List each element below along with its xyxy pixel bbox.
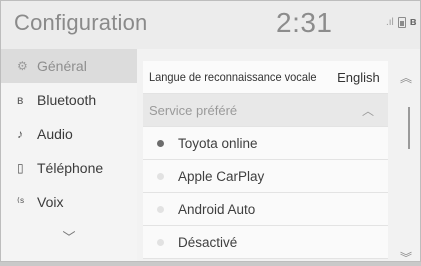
sidebar-item-bluetooth[interactable]: ʙ Bluetooth bbox=[1, 83, 137, 117]
radio-selected-icon bbox=[157, 139, 164, 147]
option-apple-carplay[interactable]: Apple CarPlay bbox=[143, 160, 388, 193]
chevron-down-icon: ﹀ bbox=[62, 229, 76, 245]
option-toyota-online[interactable]: Toyota online bbox=[143, 127, 388, 160]
radio-icon bbox=[157, 205, 164, 213]
sidebar-item-label: Voix bbox=[37, 194, 64, 210]
radio-icon bbox=[157, 172, 164, 180]
sidebar-item-label: Audio bbox=[37, 126, 73, 142]
status-indicators: .ıl ʙ bbox=[386, 16, 417, 28]
settings-list: Langue de reconnaissance vocale English … bbox=[143, 61, 388, 259]
option-label: Toyota online bbox=[178, 135, 258, 151]
voice-language-row[interactable]: Langue de reconnaissance vocale English bbox=[143, 61, 388, 94]
sidebar-item-general[interactable]: ⚙ Général bbox=[1, 49, 137, 83]
voice-icon: ⁽ˢ bbox=[17, 195, 25, 209]
chevron-up-icon: ︿ bbox=[361, 103, 374, 118]
clock: 2:31 bbox=[276, 7, 333, 38]
sidebar-more-button[interactable]: ﹀ bbox=[1, 219, 137, 253]
phone-status-icon: ʙ bbox=[409, 16, 417, 28]
sidebar-item-label: Général bbox=[37, 58, 87, 74]
scroll-down-icon[interactable]: ︾ bbox=[400, 249, 412, 266]
battery-icon bbox=[397, 16, 406, 28]
option-label: Android Auto bbox=[178, 201, 256, 217]
scrollbar-thumb[interactable] bbox=[408, 107, 410, 149]
sidebar-item-voix[interactable]: ⁽ˢ Voix bbox=[1, 185, 137, 219]
scroll-up-icon[interactable]: ︽ bbox=[400, 69, 412, 86]
sidebar-item-telephone[interactable]: ▯ Téléphone bbox=[1, 151, 137, 185]
sidebar: ⚙ Général ʙ Bluetooth ♪ Audio ▯ Téléphon… bbox=[1, 49, 137, 261]
option-android-auto[interactable]: Android Auto bbox=[143, 193, 388, 226]
configuration-screen: Configuration 2:31 .ıl ʙ ⚙ Général ʙ Blu… bbox=[0, 0, 421, 265]
option-label: Désactivé bbox=[178, 234, 238, 250]
preferred-service-label: Service préféré bbox=[149, 102, 238, 118]
gear-icon: ⚙ bbox=[17, 59, 28, 73]
phone-icon: ▯ bbox=[17, 161, 24, 175]
preferred-service-header[interactable]: Service préféré ︿ bbox=[143, 94, 388, 127]
scroll-controls: ︽ ︾ bbox=[393, 61, 421, 265]
sidebar-item-label: Bluetooth bbox=[37, 92, 97, 108]
header-bar: Configuration 2:31 .ıl ʙ bbox=[1, 1, 420, 49]
bluetooth-icon: ʙ bbox=[17, 93, 24, 107]
radio-icon bbox=[157, 238, 164, 246]
sidebar-item-label: Téléphone bbox=[37, 160, 104, 176]
voice-language-label: Langue de reconnaissance vocale bbox=[149, 70, 317, 84]
signal-icon: .ıl bbox=[386, 16, 394, 28]
option-label: Apple CarPlay bbox=[178, 168, 265, 184]
sidebar-item-audio[interactable]: ♪ Audio bbox=[1, 117, 137, 151]
voice-language-value: English bbox=[337, 69, 380, 85]
option-desactive[interactable]: Désactivé bbox=[143, 226, 388, 259]
page-title: Configuration bbox=[14, 10, 148, 35]
music-note-icon: ♪ bbox=[17, 127, 23, 141]
